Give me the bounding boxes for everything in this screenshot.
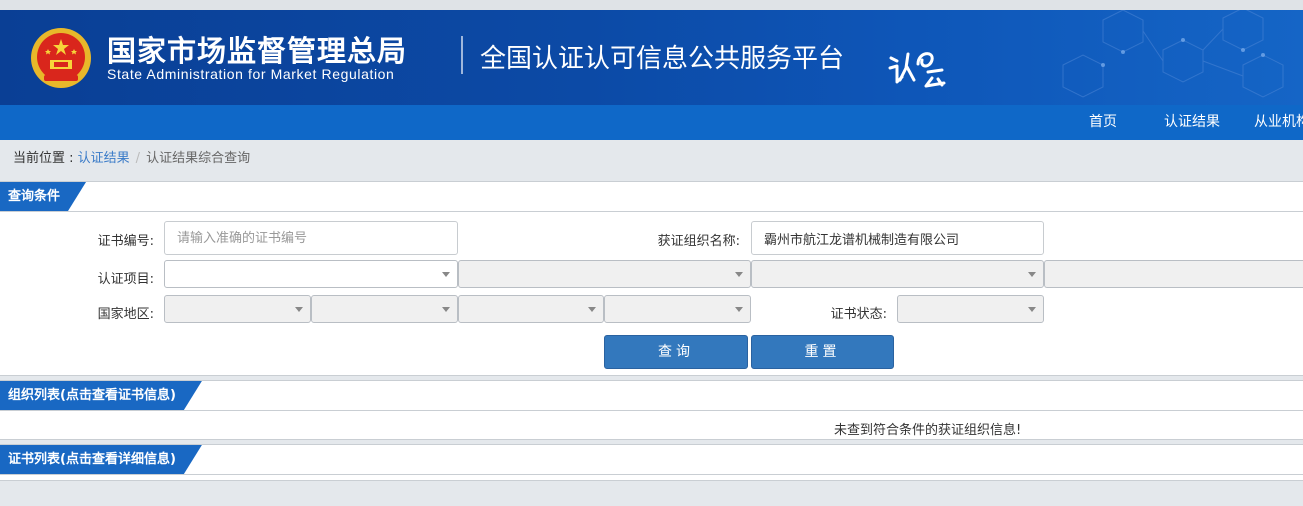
agency-name-en: State Administration for Market Regulati… bbox=[107, 66, 395, 82]
region-select-3[interactable] bbox=[458, 295, 604, 323]
main-nav: 首页 认证结果 从业机构 bbox=[0, 105, 1303, 140]
org-list-empty-message: 未查到符合条件的获证组织信息! bbox=[834, 423, 1022, 438]
national-emblem-icon bbox=[31, 28, 91, 88]
project-label: 认证项目: bbox=[97, 272, 154, 287]
hexagon-pattern-decoration bbox=[1062, 10, 1284, 98]
project-select-4[interactable] bbox=[1044, 260, 1303, 288]
chevron-down-icon bbox=[442, 307, 450, 312]
agency-name-cn: 国家市场监督管理总局 bbox=[107, 34, 408, 68]
region-select-1[interactable] bbox=[164, 295, 311, 323]
query-section-title: 查询条件 bbox=[0, 182, 86, 211]
top-strip bbox=[0, 0, 1303, 10]
cert-list-panel: 证书列表(点击查看详细信息) bbox=[0, 444, 1303, 481]
region-label: 国家地区: bbox=[97, 307, 154, 322]
breadcrumb-link-cert-results[interactable]: 认证结果 bbox=[78, 151, 130, 166]
region-select-4[interactable] bbox=[604, 295, 751, 323]
chevron-down-icon bbox=[1028, 307, 1036, 312]
nav-item-cert-results[interactable]: 认证结果 bbox=[1164, 105, 1220, 140]
platform-title: 全国认证认可信息公共服务平台 bbox=[480, 44, 845, 74]
breadcrumb: 当前位置 : 认证结果 / 认证结果综合查询 bbox=[0, 140, 1303, 180]
chevron-down-icon bbox=[735, 307, 743, 312]
org-name-input[interactable] bbox=[751, 221, 1044, 255]
nav-item-home[interactable]: 首页 bbox=[1089, 105, 1117, 140]
nav-item-institutions[interactable]: 从业机构 bbox=[1254, 105, 1303, 140]
cert-no-label: 证书编号: bbox=[97, 234, 154, 249]
cert-no-input[interactable] bbox=[164, 221, 458, 255]
project-select-1[interactable] bbox=[164, 260, 458, 288]
banner-divider bbox=[461, 36, 463, 74]
cert-list-panel-header: 证书列表(点击查看详细信息) bbox=[0, 445, 1303, 475]
org-list-section-title: 组织列表(点击查看证书信息) bbox=[0, 381, 202, 410]
cert-status-select[interactable] bbox=[897, 295, 1044, 323]
org-list-panel-header: 组织列表(点击查看证书信息) bbox=[0, 381, 1303, 411]
org-name-label: 获证组织名称: bbox=[657, 234, 740, 249]
chevron-down-icon bbox=[588, 307, 596, 312]
chevron-down-icon bbox=[442, 272, 450, 277]
site-banner: 国家市场监督管理总局 State Administration for Mark… bbox=[0, 10, 1303, 105]
chevron-down-icon bbox=[295, 307, 303, 312]
query-panel-header: 查询条件 bbox=[0, 182, 1303, 212]
breadcrumb-separator: / bbox=[135, 151, 141, 166]
breadcrumb-label: 当前位置 : bbox=[13, 151, 78, 166]
chevron-down-icon bbox=[1028, 272, 1036, 277]
project-select-3[interactable] bbox=[751, 260, 1044, 288]
cert-list-section-title: 证书列表(点击查看详细信息) bbox=[0, 445, 202, 474]
project-select-2[interactable] bbox=[458, 260, 751, 288]
search-button[interactable]: 查询 bbox=[604, 335, 748, 369]
chevron-down-icon bbox=[735, 272, 743, 277]
status-label: 证书状态: bbox=[830, 307, 887, 322]
region-select-2[interactable] bbox=[311, 295, 458, 323]
org-list-panel: 组织列表(点击查看证书信息) bbox=[0, 380, 1303, 440]
breadcrumb-current: 认证结果综合查询 bbox=[146, 151, 251, 166]
renzheng-yun-logo-icon bbox=[888, 52, 946, 88]
reset-button[interactable]: 重置 bbox=[751, 335, 894, 369]
